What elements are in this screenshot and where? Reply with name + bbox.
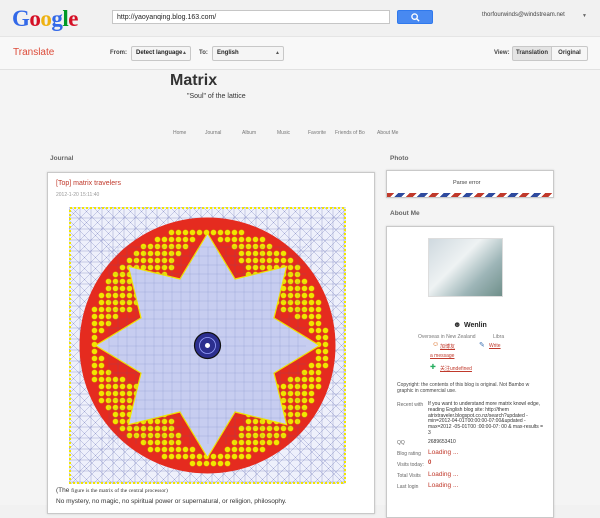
google-topbar: Google http://yaoyanqing.blog.163.com/ t…	[0, 0, 600, 37]
translate-title[interactable]: Translate	[13, 47, 54, 58]
photo-heading: Photo	[390, 155, 409, 162]
to-label: To:	[199, 50, 208, 56]
search-button[interactable]	[397, 10, 433, 24]
about-heading: About Me	[390, 210, 420, 217]
matrix-image	[69, 207, 346, 484]
copyright-text: Copyright: the contents of this blog is …	[397, 382, 530, 394]
add-friend-icon[interactable]: ☺	[432, 341, 439, 348]
follow-icon[interactable]: ✚	[430, 363, 436, 371]
from-label: From:	[110, 50, 127, 56]
from-language-select[interactable]: Detect language ▲	[131, 46, 191, 61]
select-arrows-icon: ▲	[275, 50, 280, 56]
blog-subtitle: "Soul" of the lattice	[187, 93, 246, 100]
logo-letter: g	[51, 6, 63, 31]
view-translation-button[interactable]: Translation	[512, 46, 552, 61]
logo-letter: G	[12, 6, 30, 31]
select-arrows-icon: ▲	[182, 50, 187, 56]
rating-key: Blog rating	[397, 451, 421, 457]
visits-today-value: 0	[428, 460, 432, 466]
add-friend-link[interactable]: 加博友	[440, 343, 455, 350]
user-name[interactable]: Wenlin	[464, 322, 487, 329]
user-icon: ☻	[453, 320, 462, 329]
logo-letter: o	[29, 6, 41, 31]
qq-value: 2689653410	[428, 439, 456, 445]
recent-value: If you want to understand more matrix kn…	[428, 401, 544, 436]
core-center-dot	[205, 343, 210, 348]
nav-about-me[interactable]: About Me	[377, 130, 398, 136]
logo-letter: o	[40, 6, 52, 31]
post-title[interactable]: [Top] matrix travelers	[56, 180, 121, 187]
user-sign: Libra	[493, 334, 505, 340]
qq-key: QQ	[397, 440, 405, 446]
logo-letter: e	[68, 6, 78, 31]
nav-favorite[interactable]: Favorite	[308, 130, 326, 136]
total-visits-key: Total Visits	[397, 473, 421, 479]
message-link[interactable]: a message	[430, 353, 454, 359]
nav-music[interactable]: Music	[277, 130, 290, 136]
caption-note: figure is the matrix of the central proc…	[71, 488, 168, 494]
caption-open: (The	[56, 487, 72, 494]
user-location: Overseas in New Zealand	[418, 334, 476, 340]
chevron-down-icon[interactable]: ▼	[582, 13, 587, 19]
to-language-value: English	[217, 50, 239, 56]
nav-album[interactable]: Album	[242, 130, 256, 136]
last-login-value: Loading ...	[428, 482, 459, 489]
airmail-border	[387, 193, 553, 197]
view-original-button[interactable]: Original	[552, 46, 588, 61]
image-caption: (The figure is the matrix of the central…	[56, 487, 168, 494]
post-date: 2012-1-20 15:11:40	[56, 192, 100, 198]
recent-key: Recent with	[397, 402, 424, 408]
from-language-value: Detect language	[136, 50, 183, 56]
visits-today-key: Visits today:	[397, 462, 424, 468]
total-visits-value: Loading ...	[428, 471, 459, 478]
photo-status: Parse error	[453, 180, 481, 186]
avatar[interactable]	[428, 238, 503, 297]
url-input[interactable]: http://yaoyanqing.blog.163.com/	[112, 10, 390, 24]
view-label: View:	[494, 50, 510, 56]
follow-link[interactable]: 关注undefined	[440, 365, 472, 372]
blog-title: Matrix	[170, 72, 218, 89]
google-logo[interactable]: Google	[12, 6, 78, 32]
account-email[interactable]: thorfourwinds@windstream.net	[482, 12, 565, 18]
write-link[interactable]: Write	[489, 343, 501, 349]
search-icon	[411, 13, 420, 22]
rating-value: Loading ...	[428, 449, 459, 456]
nav-journal[interactable]: Journal	[205, 130, 221, 136]
write-icon[interactable]: ✎	[479, 341, 485, 349]
nav-friends[interactable]: Friends of Bo	[335, 130, 365, 136]
to-language-select[interactable]: English ▲	[212, 46, 284, 61]
journal-heading: Journal	[50, 155, 74, 162]
translate-toolbar: Translate	[0, 37, 600, 70]
nav-home[interactable]: Home	[173, 130, 186, 136]
last-login-key: Last login	[397, 484, 419, 490]
post-body: No mystery, no magic, no spiritual power…	[56, 498, 287, 505]
